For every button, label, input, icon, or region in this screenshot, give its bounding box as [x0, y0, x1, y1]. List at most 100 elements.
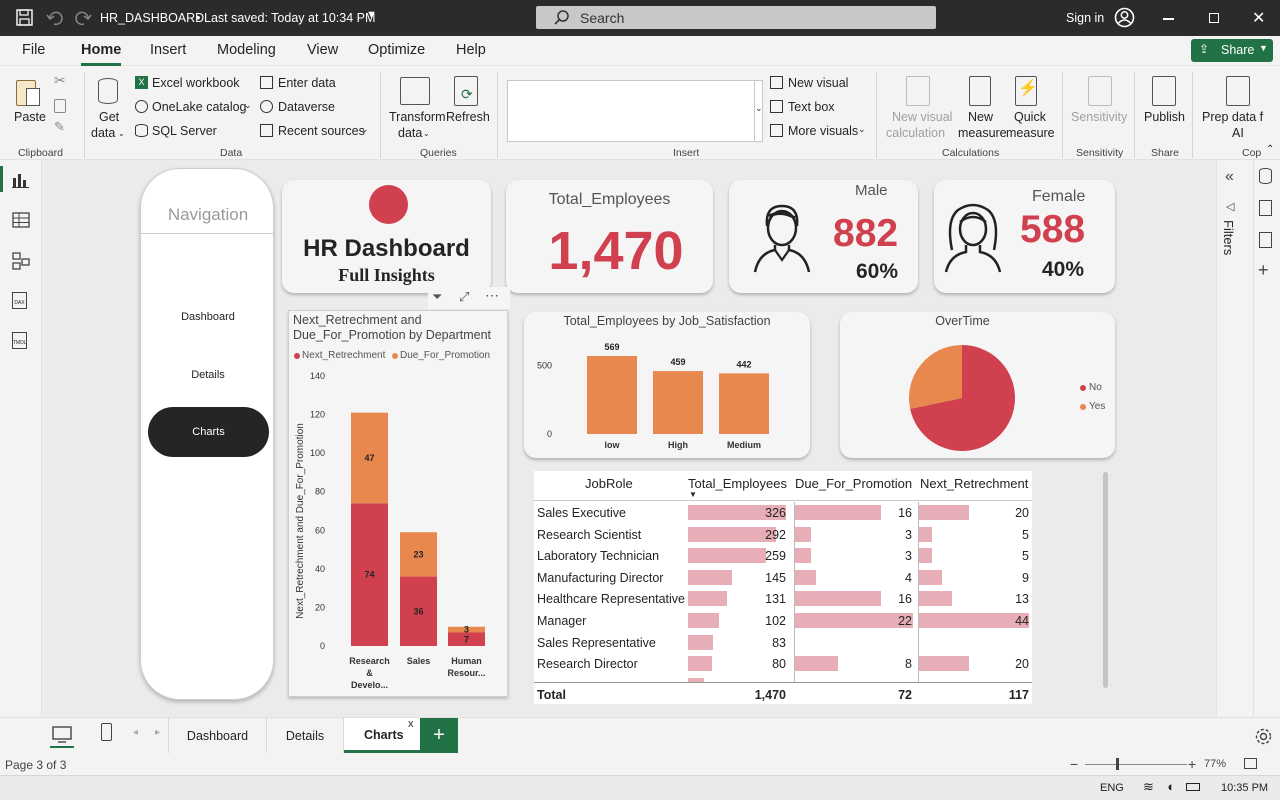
prep-data-ai-button[interactable]: Prep data f [1202, 110, 1263, 124]
more-options-icon[interactable]: ⋯ [485, 287, 499, 304]
data-pane-icon[interactable] [1259, 168, 1272, 184]
chevron-down-icon[interactable]: ⌄ [361, 124, 369, 135]
table-row[interactable]: Research Director 80 8 20 [534, 654, 1032, 675]
zoom-slider-track[interactable] [1085, 764, 1187, 765]
collapse-ribbon-icon[interactable]: ⌃ [1266, 144, 1274, 155]
cut-icon[interactable]: ✂ [54, 72, 66, 89]
tab-insert[interactable]: Insert [150, 42, 186, 58]
tab-help[interactable]: Help [456, 42, 486, 58]
close-tab-icon[interactable]: x [408, 718, 414, 730]
more-visuals-button[interactable]: More visuals [788, 124, 858, 138]
close-icon[interactable]: ✕ [1252, 8, 1265, 28]
chevron-down-icon[interactable]: ⌄ [244, 100, 252, 111]
dax-query-view-icon[interactable]: DAX [12, 292, 27, 309]
next-page-icon[interactable]: ▸ [155, 727, 160, 738]
language-indicator[interactable]: ENG [1100, 782, 1124, 794]
column-header-next-retrechment[interactable]: Next_Retrechment [920, 476, 1028, 491]
table-row[interactable]: Sales Executive 326 16 20 [534, 503, 1032, 524]
page-tab-charts[interactable]: Charts x [344, 718, 420, 753]
job-role-table[interactable]: JobRole Total_Employees ▼ Due_For_Promot… [534, 471, 1032, 704]
fit-to-page-icon[interactable] [1244, 758, 1257, 769]
get-data-label[interactable]: Get [99, 110, 119, 124]
new-visual-calculation-button[interactable]: New visual [892, 110, 952, 124]
account-icon[interactable] [1114, 7, 1135, 28]
format-visual-icon[interactable] [1259, 232, 1272, 248]
column-header-total-employees[interactable]: Total_Employees [688, 476, 787, 491]
text-box-button[interactable]: Text box [788, 100, 835, 114]
sort-descending-icon[interactable]: ▼ [689, 490, 697, 499]
dataverse-button[interactable]: Dataverse [278, 100, 335, 114]
wifi-icon[interactable]: ≋ [1143, 779, 1154, 795]
redo-icon[interactable] [74, 10, 92, 26]
search-box[interactable]: Search [536, 6, 936, 29]
mobile-layout-icon[interactable] [101, 723, 112, 741]
zoom-slider-thumb[interactable] [1115, 758, 1119, 770]
share-button[interactable]: ⇪ Share ▼ [1191, 39, 1273, 62]
tab-file[interactable]: File [22, 42, 45, 58]
transform-data-label-2[interactable]: data [398, 126, 422, 140]
table-row[interactable]: Healthcare Representative 131 16 13 [534, 589, 1032, 610]
copy-icon[interactable] [54, 99, 66, 113]
settings-gear-icon[interactable] [1254, 727, 1273, 746]
sensitivity-button[interactable]: Sensitivity [1071, 110, 1127, 124]
table-row[interactable]: Manufacturing Director 145 4 9 [534, 568, 1032, 589]
zoom-level[interactable]: 77% [1204, 758, 1226, 770]
volume-icon[interactable]: ◖ [1166, 779, 1174, 794]
refresh-button[interactable]: Refresh [446, 110, 490, 124]
tmdl-view-icon[interactable]: TMDL [12, 332, 27, 349]
excel-workbook-button[interactable]: Excel workbook [152, 76, 240, 90]
prep-data-ai-label-2[interactable]: AI [1232, 126, 1244, 140]
tab-modeling[interactable]: Modeling [217, 42, 276, 58]
enter-data-button[interactable]: Enter data [278, 76, 336, 90]
recent-sources-button[interactable]: Recent sources [278, 124, 365, 138]
report-view-icon[interactable] [12, 172, 30, 188]
format-painter-icon[interactable]: ✎ [54, 119, 65, 135]
tab-view[interactable]: View [307, 42, 338, 58]
table-row[interactable]: Manager 102 22 44 [534, 611, 1032, 632]
new-measure-label-2[interactable]: measure [958, 126, 1007, 140]
add-pane-icon[interactable]: + [1258, 260, 1269, 281]
paste-button[interactable]: Paste [14, 110, 46, 124]
transform-data-button[interactable]: Transform [389, 110, 446, 124]
get-data-label-2[interactable]: data [91, 126, 115, 140]
quick-measure-label-2[interactable]: measure [1006, 126, 1055, 140]
chevron-down-icon[interactable]: ▼ [366, 9, 377, 21]
sql-server-button[interactable]: SQL Server [152, 124, 217, 138]
model-view-icon[interactable] [12, 252, 30, 270]
new-visual-calculation-label-2[interactable]: calculation [886, 126, 945, 140]
table-row[interactable]: Laboratory Technician 259 3 5 [534, 546, 1032, 567]
save-icon[interactable] [16, 9, 34, 27]
zoom-in-icon[interactable]: + [1188, 756, 1196, 772]
focus-mode-icon[interactable]: ⤢ [459, 289, 469, 305]
table-row[interactable]: Sales Representative 83 [534, 633, 1032, 654]
table-scrollbar[interactable] [1103, 472, 1108, 688]
build-visual-icon[interactable] [1259, 200, 1272, 216]
table-view-icon[interactable] [12, 212, 30, 228]
department-stacked-chart-card[interactable]: Next_Retrechment and Due_For_Promotion b… [288, 310, 508, 697]
desktop-layout-icon[interactable] [52, 726, 72, 744]
new-visual-button[interactable]: New visual [788, 76, 848, 90]
nav-dashboard-button[interactable]: Dashboard [141, 311, 275, 323]
sign-in-link[interactable]: Sign in [1066, 11, 1104, 25]
tab-optimize[interactable]: Optimize [368, 42, 425, 58]
visuals-gallery[interactable]: ⌄ [507, 80, 763, 142]
add-page-button[interactable]: + [420, 718, 458, 753]
battery-icon[interactable] [1186, 783, 1200, 791]
job-satisfaction-chart-card[interactable]: Total_Employees by Job_Satisfaction 0 500… [524, 312, 810, 458]
quick-measure-button[interactable]: Quick [1014, 110, 1046, 124]
zoom-out-icon[interactable]: − [1070, 756, 1078, 772]
filter-pane-icon[interactable]: ◁ [1226, 200, 1234, 213]
column-header-jobrole[interactable]: JobRole [585, 476, 633, 491]
previous-page-icon[interactable]: ◂ [133, 727, 138, 738]
chevron-down-icon[interactable]: ⌄ [858, 124, 866, 135]
chevron-down-icon[interactable]: ⌄ [755, 103, 763, 114]
overtime-chart-card[interactable]: OverTime No Yes [840, 312, 1115, 458]
filter-icon[interactable]: ⏷ [432, 289, 442, 305]
onelake-catalog-button[interactable]: OneLake catalog [152, 100, 247, 114]
tab-home[interactable]: Home [81, 42, 121, 58]
page-tab-details[interactable]: Details [267, 718, 344, 753]
publish-button[interactable]: Publish [1144, 110, 1185, 124]
page-tab-dashboard[interactable]: Dashboard [168, 718, 267, 753]
undo-icon[interactable] [46, 10, 64, 26]
new-measure-button[interactable]: New [968, 110, 993, 124]
